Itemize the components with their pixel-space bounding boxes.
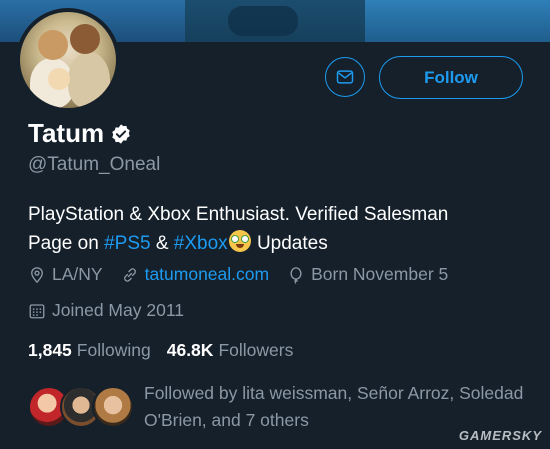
followers-value: 46.8K [166, 340, 214, 360]
avatar [92, 386, 134, 428]
bio-text: Page on [28, 233, 105, 254]
hashtag-link[interactable]: #PS5 [104, 233, 150, 254]
follow-counts: 1,845 Following 46.8K Followers [28, 340, 309, 361]
location-item: LA/NY [28, 264, 103, 285]
watermark: GAMERSKY [458, 428, 542, 443]
profile-meta-row: LA/NY tatumoneal.com Born November 5 [28, 264, 466, 285]
bio-text: & [150, 233, 174, 254]
balloon-icon [290, 266, 302, 284]
avatar[interactable] [16, 8, 120, 112]
location-text: LA/NY [52, 264, 103, 284]
following-value: 1,845 [28, 340, 72, 360]
followed-by-text: Followed by lita weissman, Señor Arroz, … [144, 383, 524, 430]
followers-label: Followers [218, 340, 294, 360]
followed-by-section[interactable]: Followed by lita weissman, Señor Arroz, … [28, 382, 524, 436]
profile-name-row: Tatum [28, 118, 132, 149]
website-item[interactable]: tatumoneal.com [121, 264, 270, 285]
following-count[interactable]: 1,845 Following [28, 340, 151, 361]
follower-avatars [28, 382, 136, 428]
calendar-icon [29, 303, 45, 318]
bio-text: Updates [251, 233, 328, 254]
joined-item: Joined May 2011 [28, 300, 184, 321]
birthday-item: Born November 5 [287, 264, 448, 285]
verified-badge-icon [112, 123, 130, 144]
banner-panel [365, 0, 550, 42]
joined-text: Joined May 2011 [52, 300, 184, 320]
profile-meta-row: Joined May 2011 [28, 300, 202, 321]
website-link[interactable]: tatumoneal.com [145, 264, 270, 285]
following-label: Following [76, 340, 151, 360]
profile-bio: PlayStation & Xbox Enthusiast. Verified … [28, 200, 528, 258]
hashtag-link[interactable]: #Xbox [174, 233, 228, 254]
birthday-text: Born November 5 [311, 264, 449, 284]
user-handle: @Tatum_Oneal [28, 154, 161, 175]
controller-image [228, 6, 298, 36]
location-pin-icon [31, 266, 43, 283]
display-name: Tatum [28, 118, 105, 148]
message-button[interactable] [325, 57, 365, 97]
follow-button[interactable]: Follow [379, 56, 523, 99]
followers-count[interactable]: 46.8K Followers [167, 340, 294, 361]
envelope-icon [336, 70, 354, 84]
money-face-emoji-icon [228, 230, 251, 252]
avatar-photo [20, 12, 116, 108]
bio-text: PlayStation & Xbox Enthusiast. Verified … [28, 204, 449, 225]
link-icon [123, 267, 136, 282]
